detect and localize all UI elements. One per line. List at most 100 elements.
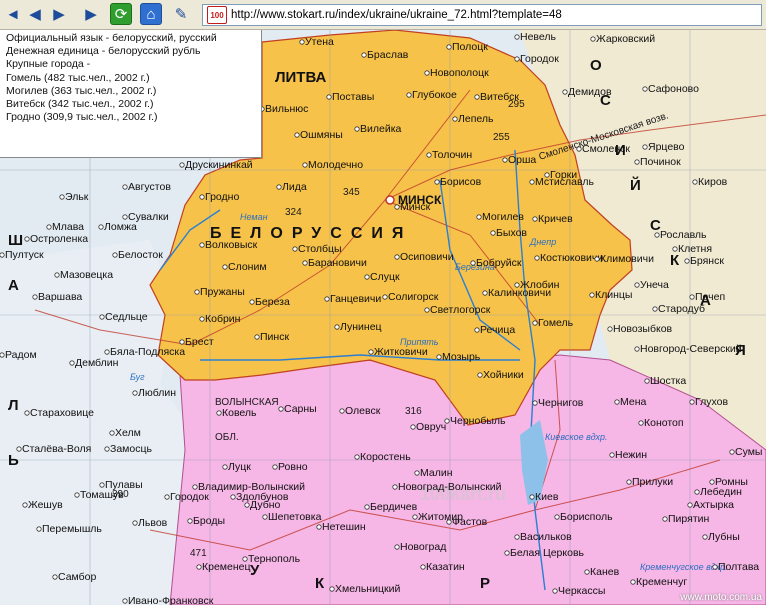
city-label: Пирятин bbox=[668, 513, 709, 525]
back-icon[interactable]: ◀ bbox=[24, 3, 46, 25]
city-marker bbox=[199, 316, 205, 322]
city-label: Гомель bbox=[538, 317, 574, 329]
city-label: Светлогорск bbox=[430, 304, 491, 316]
city-label: Друскининкай bbox=[185, 159, 253, 171]
info-line-cities-heading: Крупные города - bbox=[6, 58, 91, 71]
city-label: Солигорск bbox=[388, 291, 439, 303]
poland-letter: Ь bbox=[8, 452, 19, 469]
city-label: Чернобыль bbox=[450, 415, 506, 427]
city-label: Хелм bbox=[115, 427, 141, 439]
city-marker bbox=[112, 252, 118, 258]
city-label: Гродно bbox=[205, 191, 239, 203]
city-marker bbox=[382, 294, 388, 300]
city-label: Калинковичи bbox=[488, 287, 551, 299]
city-marker bbox=[410, 424, 416, 430]
poland-letter: Ш bbox=[8, 232, 23, 249]
city-marker bbox=[514, 534, 520, 540]
city-label: Унеча bbox=[640, 279, 669, 291]
city-marker bbox=[262, 514, 268, 520]
city-marker bbox=[69, 360, 75, 366]
city-marker bbox=[334, 324, 340, 330]
city-label: Здолбунов bbox=[236, 491, 289, 503]
city-marker bbox=[354, 126, 360, 132]
info-line-currency: Денежная единица - белорусский рубль bbox=[6, 45, 201, 58]
city-marker bbox=[709, 479, 715, 485]
info-line-grodno: Гродно (309,9 тыс.чел., 2002 г.) bbox=[6, 111, 158, 124]
city-marker bbox=[532, 320, 538, 326]
city-marker bbox=[132, 390, 138, 396]
city-marker bbox=[594, 256, 600, 262]
address-bar[interactable]: 100 http://www.stokart.ru/index/ukraine/… bbox=[202, 4, 762, 26]
city-marker bbox=[0, 252, 5, 258]
city-marker bbox=[299, 39, 305, 45]
city-marker bbox=[412, 514, 418, 520]
city-marker bbox=[502, 157, 508, 163]
city-label: Кричев bbox=[538, 213, 573, 225]
city-label: Броды bbox=[193, 515, 225, 527]
city-marker bbox=[687, 502, 693, 508]
city-label: Эльк bbox=[65, 191, 89, 203]
city-marker bbox=[16, 446, 22, 452]
city-marker bbox=[249, 299, 255, 305]
city-marker bbox=[354, 454, 360, 460]
city-marker bbox=[302, 162, 308, 168]
city-label: Починок bbox=[640, 156, 681, 168]
forward-icon[interactable]: ▶ bbox=[48, 3, 70, 25]
city-label: Малин bbox=[420, 467, 453, 479]
city-label: Сталёва-Воля bbox=[22, 443, 91, 455]
city-label: Бердичев bbox=[370, 501, 418, 513]
edit-pencil-icon[interactable]: ✎ bbox=[170, 3, 192, 25]
city-marker bbox=[222, 464, 228, 470]
city-marker bbox=[684, 258, 690, 264]
city-label: Лида bbox=[282, 181, 307, 193]
city-marker bbox=[179, 339, 185, 345]
refresh-icon[interactable]: ⟳ bbox=[110, 3, 132, 25]
city-label: Ломжа bbox=[104, 221, 137, 233]
back-stop-icon[interactable]: ◄ bbox=[2, 3, 24, 25]
info-line-language: Официальный язык - белорусский, русский bbox=[6, 32, 217, 44]
forward-end-icon[interactable]: ▶ bbox=[80, 3, 102, 25]
city-marker bbox=[24, 236, 30, 242]
city-marker bbox=[477, 372, 483, 378]
city-marker bbox=[199, 242, 205, 248]
city-marker bbox=[222, 264, 228, 270]
city-label: Волковыск bbox=[205, 239, 258, 251]
city-marker bbox=[46, 224, 52, 230]
city-label: Быхов bbox=[496, 227, 527, 239]
city-label: Могилев bbox=[482, 211, 524, 223]
city-label: Толочин bbox=[432, 149, 472, 161]
city-label: Остроленка bbox=[30, 233, 88, 245]
city-marker bbox=[532, 400, 538, 406]
city-marker bbox=[132, 520, 138, 526]
city-marker bbox=[254, 334, 260, 340]
route-number: 324 bbox=[285, 207, 302, 218]
address-url[interactable]: http://www.stokart.ru/index/ukraine/ukra… bbox=[231, 9, 562, 21]
city-label: Почеп bbox=[695, 291, 725, 303]
footer-credit: www.moto.com.ua bbox=[680, 592, 762, 603]
city-label: Самбор bbox=[58, 571, 96, 583]
city-label: Речица bbox=[480, 324, 515, 336]
city-marker bbox=[642, 144, 648, 150]
russia-letter: О bbox=[590, 57, 602, 74]
city-marker bbox=[576, 146, 582, 152]
site-favicon-icon: 100 bbox=[207, 6, 227, 24]
capital-marker bbox=[385, 195, 395, 205]
city-label: Ровно bbox=[278, 461, 308, 473]
city-marker bbox=[614, 399, 620, 405]
city-label: Седльце bbox=[105, 311, 148, 323]
city-marker bbox=[179, 162, 185, 168]
city-label: Вилейка bbox=[360, 123, 402, 135]
city-label: Демблин bbox=[75, 357, 119, 369]
home-icon[interactable]: ⌂ bbox=[140, 3, 162, 25]
city-label: Борисполь bbox=[560, 511, 613, 523]
city-label: Брест bbox=[185, 336, 214, 348]
city-marker bbox=[364, 504, 370, 510]
city-marker bbox=[589, 292, 595, 298]
city-marker bbox=[630, 579, 636, 585]
city-marker bbox=[504, 550, 510, 556]
city-label: Барановичи bbox=[308, 257, 367, 269]
info-panel: Официальный язык - белорусский, русский … bbox=[0, 30, 262, 158]
region-label: ОБЛ. bbox=[215, 432, 239, 443]
city-label: Новоград bbox=[400, 541, 446, 553]
city-marker bbox=[554, 514, 560, 520]
